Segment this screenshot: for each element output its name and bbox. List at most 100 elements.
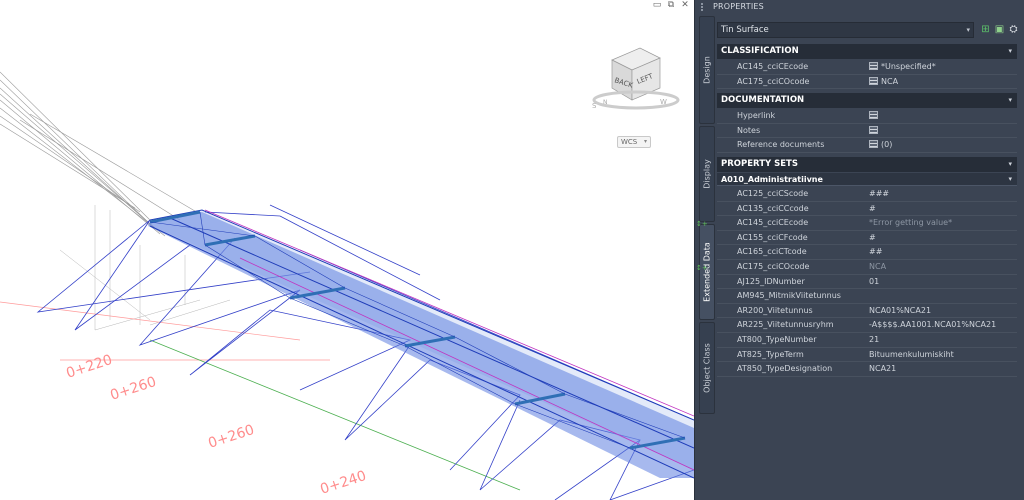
property-name: AC145_cciCEcode [737,62,809,71]
property-name: Reference documents [737,140,825,150]
add-icon[interactable]: ⊞ [979,23,992,36]
property-name: AT800_TypeNumber [737,334,817,344]
chevron-down-icon: ▾ [1008,47,1012,55]
wcs-label: WCS [621,138,638,146]
property-row[interactable]: AC165_cciCTcode ## [717,245,1017,260]
compass-n-label: N [603,99,608,106]
property-value[interactable]: Bituumenkulumiskiht [869,348,1015,362]
property-row[interactable]: AM945_MitmikViitetunnus [717,289,1017,304]
property-name: AC175_cciCOcode [737,261,810,271]
documentation-section-header[interactable]: DOCUMENTATION ▾ [717,93,1017,109]
property-name: Notes [737,125,761,135]
property-row[interactable]: AT850_TypeDesignation NCA21 [717,362,1017,377]
property-name: Hyperlink [737,111,776,121]
property-value[interactable]: 01 [869,275,1015,289]
property-value[interactable]: *Error getting value* [869,216,1015,230]
properties-palette: PROPERTIES Design Display Extended Data … [694,0,1024,500]
classification-section-header[interactable]: CLASSIFICATION ▾ [717,44,1017,59]
property-name: AR225_Viitetunnusryhm [737,320,834,330]
property-row[interactable]: AC175_cciCOcode NCA [717,75,1017,90]
property-name: AC175_cciCOcode [737,76,810,86]
property-row[interactable]: AR225_Viitetunnusryhm -A$$$$.AA1001.NCA0… [717,318,1017,333]
property-name: AC125_cciCScode [737,188,809,198]
table-icon [869,125,878,134]
property-set-header[interactable]: A010_Administratiivne ▾ [717,172,1017,186]
property-grid: CLASSIFICATION ▾ AC145_cciCEcode *Unspec… [696,44,1017,377]
select-objects-icon[interactable]: ▣ [993,23,1006,36]
chevron-down-icon: ▾ [1008,159,1012,168]
property-name: AT850_TypeDesignation [737,364,833,374]
property-value[interactable]: # [869,202,1015,216]
station-label-4: 0+240 [318,468,368,498]
property-value[interactable]: NCA21 [869,362,1015,376]
property-row[interactable]: Hyperlink [717,109,1017,124]
station-label-group: 0+220 0+260 0+260 0+240 [64,352,368,498]
property-row[interactable]: AT800_TypeNumber 21 [717,333,1017,348]
property-row[interactable]: AC155_cciCFcode # [717,231,1017,246]
property-value[interactable] [869,109,1015,123]
property-value[interactable]: ### [869,187,1015,201]
station-label-2: 0+260 [108,374,158,404]
palette-title: PROPERTIES [713,2,764,11]
property-name: AC135_cciCCcode [737,203,809,213]
property-row[interactable]: Reference documents (0) [717,138,1017,153]
linked-property-icon: ↕+ [696,263,708,272]
road-edge-lines [0,71,201,237]
property-name: AR200_Viitetunnus [737,305,813,315]
minimize-viewport-button[interactable]: ▭ [651,0,663,11]
property-value[interactable]: NCA [869,75,1015,89]
table-icon [869,62,878,70]
property-row[interactable]: AC135_cciCCcode # [717,202,1017,217]
table-icon [869,76,878,85]
tab-object-class[interactable]: Object Class [699,322,715,414]
linked-property-icon: ↕+ [696,220,708,229]
station-label-3: 0+260 [206,422,256,452]
object-type-row: Tin Surface ▾ ⊞ ▣ ⛭ [717,22,1020,38]
viewcube[interactable]: BACK LEFT S W N [592,47,680,110]
property-value[interactable]: NCA [869,260,1015,274]
property-row[interactable]: AT825_TypeTerm Bituumenkulumiskiht [717,348,1017,363]
property-value[interactable]: 21 [869,333,1015,347]
palette-vertical-tabs: Design Display Extended Data Object Clas… [699,14,715,500]
close-viewport-button[interactable]: ✕ [679,0,691,11]
property-value[interactable]: ## [869,245,1015,259]
property-row[interactable]: Notes [717,124,1017,139]
property-row[interactable]: ↕+ AC175_cciCOcode NCA [696,260,1017,275]
compass-w-label: W [660,98,667,106]
tin-triangles [36,204,694,500]
property-row[interactable]: AC125_cciCScode ### [717,187,1017,202]
property-name: AM945_MitmikViitetunnus [737,291,841,301]
table-icon [869,140,878,149]
wcs-menu-button[interactable]: WCS ▾ [617,136,651,148]
property-name: AC155_cciCFcode [737,232,808,242]
restore-viewport-button[interactable]: ⧉ [665,0,677,11]
property-row[interactable]: AC145_cciCEcode *Unspecified* [717,60,1017,75]
property-name: AC165_cciCTcode [737,247,807,257]
tab-display[interactable]: Display [699,126,715,222]
tab-design[interactable]: Design [699,16,715,124]
property-value[interactable]: *Unspecified* [869,60,1015,74]
palette-grip-handle[interactable] [701,3,709,11]
road-surface-model[interactable]: 0+220 0+260 0+260 0+240 BACK LEFT S W N [0,0,694,500]
model-viewport[interactable]: 0+220 0+260 0+260 0+240 BACK LEFT S W N … [0,0,694,500]
compass-s-label: S [592,102,597,110]
station-label-1: 0+220 [64,352,114,382]
property-value[interactable] [869,124,1015,138]
property-name: AJ125_IDNumber [737,276,805,286]
chevron-down-icon: ▾ [1008,174,1012,183]
property-row[interactable]: ↕+ AC145_cciCEcode *Error getting value* [696,216,1017,231]
chevron-down-icon: ▾ [643,138,647,145]
property-name: AC145_cciCEcode [737,218,809,228]
chevron-down-icon: ▾ [1008,96,1012,105]
chevron-down-icon: ▾ [966,26,970,34]
property-value[interactable]: # [869,231,1015,245]
property-value[interactable]: (0) [869,138,1015,152]
property-row[interactable]: AJ125_IDNumber 01 [717,275,1017,290]
property-row[interactable]: AR200_Viitetunnus NCA01%NCA21 [717,304,1017,319]
object-type-select[interactable]: Tin Surface ▾ [717,22,974,38]
object-type-value: Tin Surface [721,25,769,35]
property-value[interactable]: -A$$$$.AA1001.NCA01%NCA21 [869,318,1015,332]
property-value[interactable]: NCA01%NCA21 [869,304,1015,318]
quick-select-icon[interactable]: ⛭ [1007,23,1020,36]
property-sets-section-header[interactable]: PROPERTY SETS ▾ [717,156,1017,172]
